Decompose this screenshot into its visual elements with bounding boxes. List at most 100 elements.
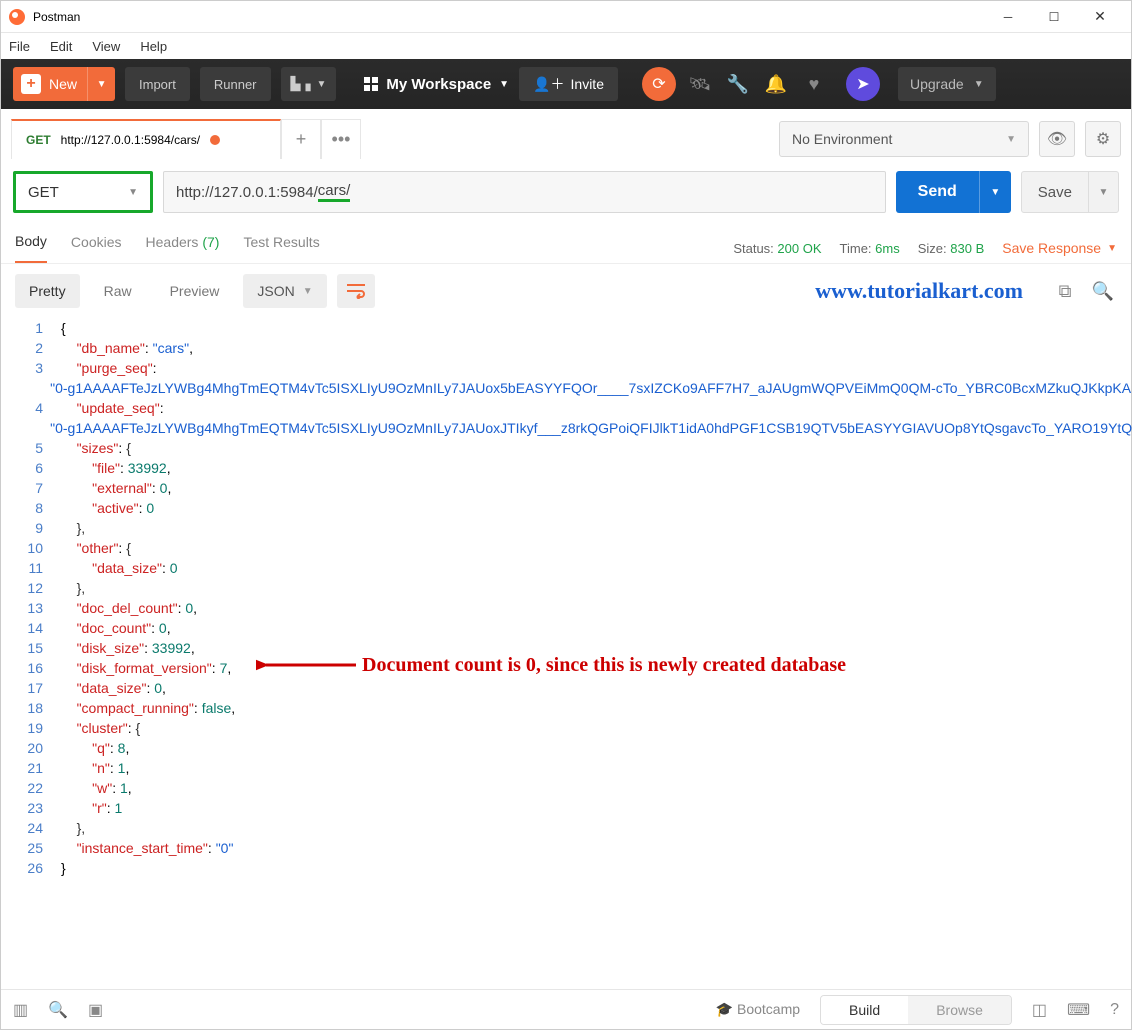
person-plus-icon: 👤＋	[533, 74, 564, 94]
seg-build[interactable]: Build	[821, 996, 908, 1024]
code-line: 9 },	[1, 518, 1117, 538]
bell-icon[interactable]: 🔔	[762, 74, 790, 95]
code-line: "0-g1AAAAFTeJzLYWBg4MhgTmEQTM4vTc5ISXLIy…	[1, 418, 1117, 438]
chevron-down-icon: ▼	[1107, 243, 1117, 254]
import-button[interactable]: Import	[125, 67, 190, 101]
seg-browse[interactable]: Browse	[908, 996, 1011, 1024]
code-line: 17 "data_size": 0,	[1, 678, 1117, 698]
menu-help[interactable]: Help	[140, 39, 167, 54]
invite-label: Invite	[571, 76, 604, 92]
minimize-button[interactable]: ─	[985, 2, 1031, 32]
viewer-raw[interactable]: Raw	[90, 274, 146, 308]
viewer-preview[interactable]: Preview	[156, 274, 234, 308]
tab-headers[interactable]: Headers (7)	[146, 234, 220, 262]
eye-icon: 👁	[1047, 129, 1067, 149]
time-label: Time:	[840, 241, 872, 256]
chevron-down-icon: ▼	[1006, 134, 1016, 145]
save-response-button[interactable]: Save Response ▼	[1002, 240, 1117, 256]
gear-icon: ⚙	[1096, 129, 1110, 149]
sync-icon: ⟳	[652, 74, 665, 94]
satellite-icon[interactable]: 🛰	[686, 74, 714, 95]
tab-cookies[interactable]: Cookies	[71, 234, 122, 262]
chevron-down-icon: ▼	[974, 79, 984, 90]
status-bar: ▥ 🔍 ▣ 🎓 Bootcamp Build Browse ◫ ⌨ ?	[1, 989, 1131, 1029]
save-label: Save	[1022, 172, 1088, 212]
send-dropdown[interactable]: ▼	[979, 171, 1011, 213]
code-line: 10 "other": {	[1, 538, 1117, 558]
main-toolbar: + New ▼ Import Runner ▙▗ ▼ My Workspace …	[1, 59, 1131, 109]
code-line: 19 "cluster": {	[1, 718, 1117, 738]
sidebar-toggle-icon[interactable]: ▥	[13, 1000, 28, 1020]
new-window-button[interactable]: ▙▗ ▼	[281, 67, 337, 101]
code-line: 24 },	[1, 818, 1117, 838]
tab-method: GET	[26, 133, 51, 147]
save-dropdown[interactable]: ▼	[1088, 172, 1118, 212]
search-button[interactable]: 🔍	[1089, 281, 1117, 302]
upgrade-button[interactable]: Upgrade ▼	[898, 67, 996, 101]
build-browse-toggle[interactable]: Build Browse	[820, 995, 1012, 1025]
environment-select[interactable]: No Environment ▼	[779, 121, 1029, 157]
size-value: 830 B	[950, 241, 984, 256]
unsaved-dot-icon	[210, 135, 220, 145]
environment-quicklook-button[interactable]: 👁	[1039, 121, 1075, 157]
save-button[interactable]: Save ▼	[1021, 171, 1119, 213]
request-tab[interactable]: GET http://127.0.0.1:5984/cars/	[11, 119, 281, 159]
help-icon[interactable]: ?	[1110, 1001, 1119, 1019]
add-tab-button[interactable]: +	[281, 119, 321, 159]
rocket-button[interactable]: ➤	[846, 67, 880, 101]
code-line: 20 "q": 8,	[1, 738, 1117, 758]
rocket-icon: ➤	[856, 74, 869, 94]
title-bar: Postman ─ ☐ ✕	[1, 1, 1131, 33]
workspace-label: My Workspace	[386, 76, 491, 93]
workspace-selector[interactable]: My Workspace ▼	[364, 76, 509, 93]
copy-button[interactable]: ⧉	[1051, 281, 1079, 302]
window-title: Postman	[33, 10, 985, 24]
method-value: GET	[28, 184, 59, 201]
heart-icon[interactable]: ♥	[800, 74, 828, 95]
send-button[interactable]: Send ▼	[896, 171, 1011, 213]
environment-settings-button[interactable]: ⚙	[1085, 121, 1121, 157]
new-button[interactable]: + New ▼	[13, 67, 115, 101]
wrench-icon[interactable]: 🔧	[724, 74, 752, 95]
code-line: 26}	[1, 858, 1117, 878]
time-value: 6ms	[875, 241, 900, 256]
sync-button[interactable]: ⟳	[642, 67, 676, 101]
response-body[interactable]: 1{2 "db_name": "cars",3 "purge_seq": "0-…	[1, 318, 1131, 878]
code-line: 11 "data_size": 0	[1, 558, 1117, 578]
bootcamp-link[interactable]: 🎓 Bootcamp	[716, 1001, 800, 1018]
tab-body[interactable]: Body	[15, 233, 47, 263]
keyboard-icon[interactable]: ⌨	[1067, 1000, 1090, 1020]
menu-file[interactable]: File	[9, 39, 30, 54]
console-icon[interactable]: ▣	[88, 1000, 103, 1020]
invite-button[interactable]: 👤＋ Invite	[519, 67, 618, 101]
runner-button[interactable]: Runner	[200, 67, 271, 101]
find-icon[interactable]: 🔍	[48, 1000, 68, 1020]
viewer-bar: Pretty Raw Preview JSON▼ www.tutorialkar…	[1, 264, 1131, 318]
code-line: 3 "purge_seq":	[1, 358, 1117, 378]
code-line: 13 "doc_del_count": 0,	[1, 598, 1117, 618]
new-dropdown[interactable]: ▼	[87, 67, 115, 101]
maximize-button[interactable]: ☐	[1031, 2, 1077, 32]
tab-environment-row: GET http://127.0.0.1:5984/cars/ + ••• No…	[1, 109, 1131, 163]
method-select[interactable]: GET ▼	[13, 171, 153, 213]
panes-icon[interactable]: ◫	[1032, 1000, 1047, 1020]
tab-more-button[interactable]: •••	[321, 119, 361, 159]
annotation: Document count is 0, since this is newly…	[256, 652, 846, 678]
url-prefix: http://127.0.0.1:5984/	[176, 184, 318, 201]
menu-view[interactable]: View	[92, 39, 120, 54]
viewer-format-select[interactable]: JSON▼	[243, 274, 326, 308]
size-label: Size:	[918, 241, 947, 256]
code-line: 4 "update_seq":	[1, 398, 1117, 418]
code-line: 21 "n": 1,	[1, 758, 1117, 778]
menu-edit[interactable]: Edit	[50, 39, 72, 54]
workspace-grid-icon	[364, 77, 378, 91]
viewer-pretty[interactable]: Pretty	[15, 274, 80, 308]
code-line: 25 "instance_start_time": "0"	[1, 838, 1117, 858]
code-line: 18 "compact_running": false,	[1, 698, 1117, 718]
code-line: 14 "doc_count": 0,	[1, 618, 1117, 638]
status-label: Status:	[733, 241, 773, 256]
tab-test-results[interactable]: Test Results	[243, 234, 319, 262]
wrap-lines-button[interactable]	[337, 274, 375, 308]
url-input[interactable]: http://127.0.0.1:5984/cars/	[163, 171, 886, 213]
close-button[interactable]: ✕	[1077, 2, 1123, 32]
